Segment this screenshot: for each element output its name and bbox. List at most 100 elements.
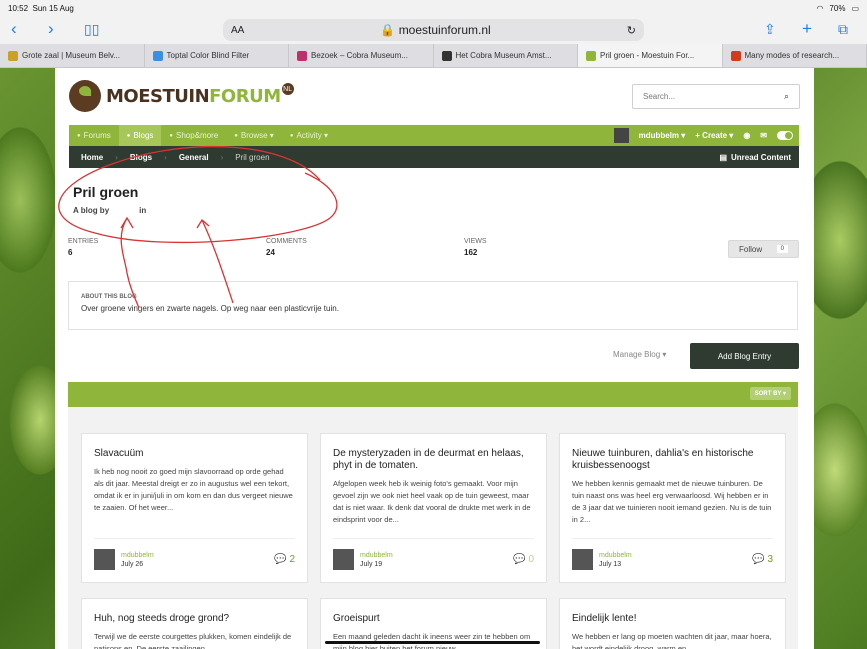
blog-entry-card[interactable]: Slavacuüm Ik heb nog nooit zo goed mijn s… (81, 433, 308, 583)
follow-button[interactable]: Follow 0 (728, 240, 799, 258)
browser-tab[interactable]: Many modes of research... (723, 44, 867, 67)
tab-label: Many modes of research... (744, 51, 840, 60)
theme-toggle[interactable] (777, 131, 793, 140)
user-avatar[interactable] (613, 128, 629, 143)
entry-excerpt: Ik heb nog nooit zo goed mijn slavoorraa… (94, 467, 293, 512)
browser-tab[interactable]: Toptal Color Blind Filter (145, 44, 289, 67)
nav-item-2[interactable]: ● Shop&more (161, 125, 226, 146)
favicon-icon (297, 50, 307, 61)
blog-by-label: A blog by (73, 206, 110, 215)
new-tab-icon[interactable]: + (802, 19, 812, 39)
black-underline-mark (325, 641, 540, 644)
blog-entry-card[interactable]: De mysteryzaden in de deurmat en helaas,… (320, 433, 547, 583)
tab-bar: Grote zaal | Museum Belv... Toptal Color … (0, 44, 867, 68)
user-menu[interactable]: mdubbelm ▾ (639, 131, 686, 140)
nav-item-label: Shop&more (176, 131, 219, 140)
chat-icon: ● (77, 132, 81, 139)
browser-tab[interactable]: Grote zaal | Museum Belv... (0, 44, 145, 67)
comment-count[interactable]: 💬 2 (274, 554, 295, 565)
tab-label: Toptal Color Blind Filter (166, 51, 250, 60)
comment-icon: 💬 (273, 554, 287, 565)
back-icon[interactable]: ‹ (11, 19, 17, 39)
logo-text-main: MOESTUIN (106, 85, 210, 107)
reader-aa-button[interactable]: AA (231, 25, 244, 36)
author-avatar[interactable] (333, 549, 354, 570)
site-logo[interactable]: MOESTUINFORUM NL (69, 80, 294, 112)
browser-tab[interactable]: Bezoek – Cobra Museum... (289, 44, 434, 67)
entry-excerpt: Afgelopen week heb ik weinig foto's gema… (333, 479, 531, 524)
tabs-overview-icon[interactable]: ⧉ (838, 21, 848, 38)
browser-tab[interactable]: Het Cobra Museum Amst... (434, 44, 578, 67)
follow-label: Follow (739, 244, 763, 254)
entry-title[interactable]: Huh, nog steeds droge grond? (94, 613, 295, 625)
wifi-icon: ◠ (816, 3, 824, 13)
entry-date: July 26 (121, 560, 144, 568)
blog-entry-card[interactable]: Nieuwe tuinburen, dahlia's en historisch… (559, 433, 786, 583)
comment-count[interactable]: 💬 0 (513, 554, 534, 565)
nav-item-0[interactable]: ● Forums (69, 125, 119, 146)
unread-label: Unread Content (731, 152, 791, 162)
comment-count[interactable]: 💬 3 (752, 554, 773, 565)
tab-label: Grote zaal | Museum Belv... (22, 51, 120, 60)
favicon-icon (8, 50, 18, 61)
comment-icon: 💬 (751, 554, 765, 565)
entry-title[interactable]: Nieuwe tuinburen, dahlia's en historisch… (572, 448, 773, 472)
nav-item-4[interactable]: ● Activity ▾ (282, 125, 336, 146)
about-blog-box: ABOUT THIS BLOG Over groene vingers en z… (68, 281, 798, 330)
entry-date: July 19 (360, 560, 383, 568)
add-blog-entry-button[interactable]: Add Blog Entry (690, 343, 799, 369)
main-nav: ● Forums ● Blogs ● Shop&more ● Browse ▾ ● Activit… (69, 125, 799, 146)
manage-blog-menu[interactable]: Manage Blog ▾ (613, 350, 666, 359)
blog-byline: A blog by in (73, 206, 146, 215)
breadcrumb-general[interactable]: General (167, 153, 221, 162)
tab-label: Pril groen - Moestuin For... (600, 51, 695, 60)
globe-icon[interactable]: ◉ (743, 131, 750, 140)
entry-author[interactable]: mdubbelm (121, 552, 154, 559)
entry-title[interactable]: De mysteryzaden in de deurmat en helaas,… (333, 448, 534, 472)
webpage: MOESTUINFORUM NL Search... ⌕ ● Forums ● Blo… (55, 68, 814, 649)
list-icon: ● (234, 132, 238, 139)
battery-icon: ▭ (851, 3, 859, 13)
status-bar: 10:52 Sun 15 Aug ◠ 70% ▭ (0, 0, 867, 16)
sort-by-menu[interactable]: SORT BY ▾ (749, 387, 791, 400)
tab-label: Het Cobra Museum Amst... (455, 51, 552, 60)
search-icon[interactable]: ⌕ (784, 91, 789, 102)
entry-footer: mdubbelm July 26 💬 2 (94, 538, 295, 570)
favicon-icon (586, 50, 596, 61)
browser-tab[interactable]: Pril groen - Moestuin For... (578, 44, 723, 67)
share-icon[interactable]: ⇪ (764, 21, 776, 38)
address-bar[interactable]: AA 🔒 moestuinforum.nl ↻ (223, 19, 644, 41)
page-title: Pril groen (73, 184, 139, 200)
follow-count: 0 (776, 245, 788, 253)
forward-icon[interactable]: › (48, 19, 54, 39)
blog-entry-card[interactable]: Huh, nog steeds droge grond? Terwijl we d… (81, 598, 308, 649)
entry-date: July 13 (599, 560, 622, 568)
breadcrumb-home[interactable]: Home (69, 153, 115, 162)
unread-content-link[interactable]: ▤ Unread Content (719, 153, 799, 162)
entry-title[interactable]: Groeispurt (333, 613, 534, 625)
stat-views: VIEWS 162 (464, 238, 487, 257)
author-avatar[interactable] (94, 549, 115, 570)
reload-icon[interactable]: ↻ (627, 24, 636, 37)
entry-excerpt: We hebben er lang op moeten wachten dit … (572, 632, 772, 649)
breadcrumb-blogs[interactable]: Blogs (118, 153, 164, 162)
nav-item-1[interactable]: ● Blogs (118, 125, 162, 146)
entry-title[interactable]: Slavacuüm (94, 448, 295, 460)
entry-title[interactable]: Eindelijk lente! (572, 613, 773, 625)
entry-author[interactable]: mdubbelm (360, 552, 393, 559)
unread-icon: ▤ (719, 152, 727, 162)
create-menu[interactable]: + Create ▾ (695, 131, 733, 140)
nav-item-3[interactable]: ● Browse ▾ (226, 125, 282, 146)
bookmarks-icon[interactable]: ▯▯ (84, 21, 99, 38)
entry-footer: mdubbelm July 19 💬 0 (333, 538, 534, 570)
nav-item-label: Browse ▾ (240, 131, 274, 140)
logo-text-accent: FORUM (209, 85, 281, 107)
search-input[interactable]: Search... ⌕ (632, 84, 800, 109)
entry-excerpt: Terwijl we de eerste courgettes plukken,… (94, 632, 292, 649)
blog-entry-card[interactable]: Eindelijk lente! We hebben er lang op moe… (559, 598, 786, 649)
author-avatar[interactable] (572, 549, 593, 570)
sprout-logo-icon (69, 80, 101, 112)
messages-icon[interactable]: ✉ (760, 131, 767, 140)
entry-author[interactable]: mdubbelm (599, 552, 632, 559)
nav-item-label: Blogs (133, 131, 154, 140)
